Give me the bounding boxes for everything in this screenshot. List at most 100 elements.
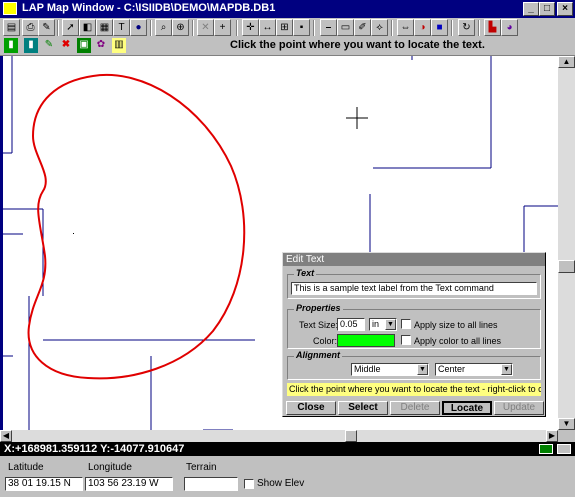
toolbar-divider (192, 20, 194, 36)
app-icon[interactable] (3, 2, 17, 15)
vertical-align-value: Middle (354, 364, 381, 374)
edit-toolbar: ▮ ▮ ✎ ✖ ▣ ✿ ▥ Click the point where you … (0, 38, 575, 56)
globe-icon[interactable]: ◕ (501, 19, 518, 36)
show-elev-label: Show Elev (257, 478, 305, 489)
longitude-field[interactable]: 103 56 23.19 W (85, 477, 173, 491)
window-title: LAP Map Window - C:\ISIIDB\DEMO\MAPDB.DB… (22, 2, 276, 14)
fill-icon[interactable]: ■ (431, 19, 448, 36)
vertical-scrollbar[interactable]: ▲ ▼ (558, 56, 575, 430)
swatch-icon[interactable]: ▥ (112, 38, 126, 53)
text-input[interactable]: This is a sample text label from the Tex… (291, 282, 537, 295)
layers-icon[interactable]: ◧ (79, 19, 96, 36)
close-window-button[interactable]: × (557, 2, 573, 16)
save-icon[interactable]: ▤ (3, 19, 20, 36)
palette-icon[interactable]: ◑ (414, 19, 431, 36)
color-swatch[interactable] (337, 334, 395, 347)
apply-size-label: Apply size to all lines (414, 320, 498, 330)
node-icon[interactable]: ▪ (293, 19, 310, 36)
coordinate-readout: X:+168981.359112 Y:-14077.910647 (4, 443, 185, 455)
delete-button[interactable]: Delete (390, 401, 440, 415)
blocks-icon[interactable]: ▮ (4, 38, 18, 53)
panel-icon[interactable] (557, 444, 571, 454)
title-bar: LAP Map Window - C:\ISIIDB\DEMO\MAPDB.DB… (0, 0, 575, 18)
text-group-label: Text (294, 268, 317, 278)
scroll-right-icon[interactable]: ▶ (546, 430, 558, 442)
hint-text: Click the point where you want to locate… (287, 383, 541, 396)
text-unit-select[interactable]: in ▼ (369, 318, 397, 331)
print-icon[interactable]: ⎙ (22, 19, 39, 36)
longitude-label: Longitude (88, 462, 132, 473)
measure-icon[interactable]: ↔ (259, 19, 276, 36)
refresh-icon[interactable]: ↻ (458, 19, 475, 36)
edit-icon[interactable]: ✎ (38, 19, 55, 36)
apply-color-label: Apply color to all lines (414, 336, 502, 346)
text-unit-value: in (372, 319, 380, 329)
close-button[interactable]: Close (286, 401, 336, 415)
vertical-align-select[interactable]: Middle ▼ (351, 363, 429, 376)
crosshair-icon[interactable]: ✛ (242, 19, 259, 36)
scroll-left-icon[interactable]: ◀ (0, 430, 12, 442)
chevron-down-icon[interactable]: ▼ (417, 364, 428, 375)
pencil-icon[interactable]: ✐ (354, 19, 371, 36)
color-label: Color: (313, 336, 338, 346)
text-icon[interactable]: T (113, 19, 130, 36)
info-icon[interactable]: ● (130, 19, 147, 36)
properties-group-label: Properties (294, 303, 343, 313)
add-icon[interactable]: + (214, 19, 231, 36)
text-size-label: Text Size: (299, 320, 339, 330)
frame-icon[interactable]: ▣ (77, 38, 91, 53)
pin-icon[interactable]: ✎ (42, 38, 56, 53)
text-size-input[interactable]: 0.05 (337, 318, 365, 331)
show-elev-checkbox[interactable] (244, 479, 254, 489)
horizontal-scrollbar[interactable]: ◀ ▶ (0, 430, 558, 442)
ruler-icon[interactable]: ▭ (337, 19, 354, 36)
apply-color-checkbox[interactable] (401, 335, 411, 345)
latitude-field[interactable]: 38 01 19.15 N (5, 477, 83, 491)
apply-size-checkbox[interactable] (401, 319, 411, 329)
select-button[interactable]: Select (338, 401, 388, 415)
table-icon[interactable]: ▦ (96, 19, 113, 36)
chevron-down-icon[interactable]: ▼ (385, 319, 396, 330)
delete-icon[interactable]: ✕ (197, 19, 214, 36)
chart-icon[interactable]: ▙ (484, 19, 501, 36)
horizontal-align-select[interactable]: Center ▼ (435, 363, 513, 376)
book-icon[interactable]: ▮ (24, 38, 38, 53)
zoom-window-icon[interactable]: ⌕ (155, 19, 172, 36)
update-button[interactable]: Update (494, 401, 544, 415)
toolbar-divider (451, 20, 453, 36)
grid-icon[interactable]: ⊞ (276, 19, 293, 36)
latitude-label: Latitude (8, 462, 44, 473)
maximize-button[interactable]: □ (539, 2, 555, 16)
boundary-polygon (27, 73, 246, 380)
coordinate-bar: X:+168981.359112 Y:-14077.910647 (0, 442, 575, 456)
lasso-icon[interactable]: ⟡ (371, 19, 388, 36)
status-message: Click the point where you want to locate… (230, 39, 485, 51)
terrain-field[interactable] (184, 477, 238, 491)
scroll-thumb-vertical[interactable] (558, 260, 575, 273)
scroll-up-icon[interactable]: ▲ (558, 56, 575, 68)
scroll-corner (558, 430, 575, 442)
toolbar-divider (57, 20, 59, 36)
minimize-button[interactable]: _ (523, 2, 539, 16)
scroll-thumb-horizontal[interactable] (345, 430, 357, 442)
monitor-icon[interactable] (539, 444, 553, 454)
toolbar-divider (236, 20, 238, 36)
edit-text-dialog: Edit Text Text This is a sample text lab… (282, 252, 546, 417)
location-panel: Latitude 38 01 19.15 N Longitude 103 56 … (0, 456, 575, 497)
alignment-group-label: Alignment (294, 350, 342, 360)
locate-button[interactable]: Locate (442, 401, 492, 415)
arrow-select-icon[interactable]: ➚ (62, 19, 79, 36)
delete-red-icon[interactable]: ✖ (59, 38, 73, 53)
flip-icon[interactable]: ⇔ (397, 19, 414, 36)
palette-small-icon[interactable]: ✿ (94, 38, 108, 53)
horizontal-align-value: Center (438, 364, 466, 374)
zoom-icon[interactable]: ⊕ (172, 19, 189, 36)
terrain-label: Terrain (186, 462, 217, 473)
line-icon[interactable]: ⎯ (320, 19, 337, 36)
toolbar-divider (478, 20, 480, 36)
dialog-title: Edit Text (283, 253, 545, 266)
main-toolbar: ▤ ⎙ ✎ ➚ ◧ ▦ T ● ⌕ ⊕ ✕ + ✛ ↔ ⊞ ▪ ⎯ ▭ ✐ ⟡ … (0, 18, 575, 39)
toolbar-divider (313, 20, 315, 36)
scroll-down-icon[interactable]: ▼ (558, 418, 575, 430)
chevron-down-icon[interactable]: ▼ (501, 364, 512, 375)
